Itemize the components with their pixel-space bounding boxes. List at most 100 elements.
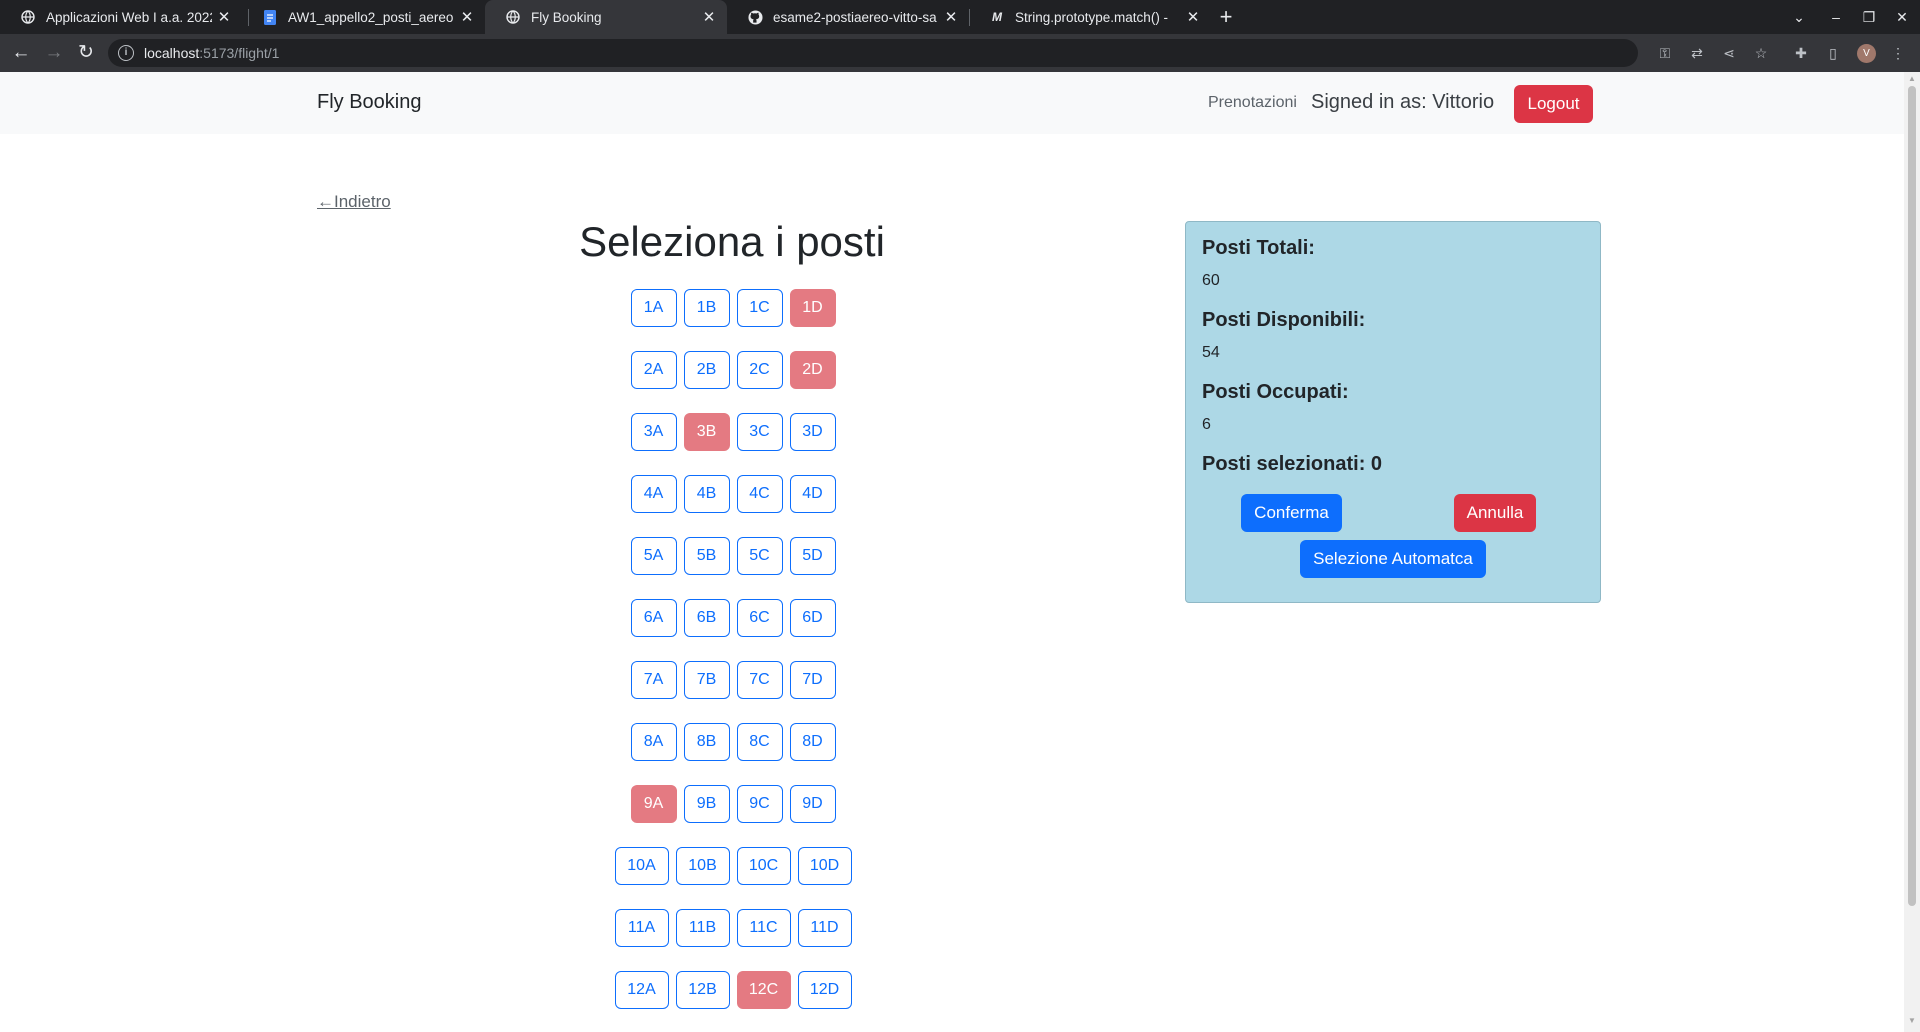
browser-tab-bar: Applicazioni Web I a.a. 2022 ✕ AW1_appel… xyxy=(0,0,1920,34)
seat-button[interactable]: 10C xyxy=(736,847,791,885)
close-icon[interactable]: ✕ xyxy=(697,8,721,26)
seat-button[interactable]: 5C xyxy=(736,537,783,575)
seat-button[interactable]: 8D xyxy=(789,723,836,761)
translate-icon[interactable]: ⇄ xyxy=(1687,43,1707,63)
browser-tab[interactable]: AW1_appello2_posti_aereo - ✕ xyxy=(242,0,485,34)
seat-button[interactable]: 7A xyxy=(630,661,677,699)
seat-button[interactable]: 8C xyxy=(736,723,783,761)
confirm-button[interactable]: Conferma xyxy=(1241,494,1342,532)
seat-button[interactable]: 10D xyxy=(797,847,852,885)
chevron-down-icon[interactable]: ⌄ xyxy=(1783,0,1815,34)
forward-arrow-icon[interactable]: → xyxy=(42,41,66,65)
seat-button[interactable]: 6D xyxy=(789,599,836,637)
seat-button[interactable]: 8B xyxy=(683,723,730,761)
available-seats-label: Posti Disponibili: xyxy=(1202,309,1366,331)
seat-button[interactable]: 6A xyxy=(630,599,677,637)
tab-title: esame2-postiaereo-vitto-sa xyxy=(773,9,937,25)
close-icon[interactable]: ✕ xyxy=(212,8,236,26)
seat-button[interactable]: 4B xyxy=(683,475,730,513)
seat-button[interactable]: 9C xyxy=(736,785,783,823)
seat-button[interactable]: 10B xyxy=(675,847,730,885)
brand-title[interactable]: Fly Booking xyxy=(317,91,422,114)
url-text: localhost:5173/flight/1 xyxy=(144,45,280,61)
seat-button[interactable]: 7B xyxy=(683,661,730,699)
restore-icon[interactable]: ❐ xyxy=(1853,0,1885,34)
browser-tab[interactable]: M String.prototype.match() - ✕ xyxy=(969,0,1211,34)
seat-button[interactable]: 8A xyxy=(630,723,677,761)
scrollbar-thumb[interactable] xyxy=(1908,86,1916,906)
reload-icon[interactable]: ↻ xyxy=(74,41,98,65)
seat-button[interactable]: 5A xyxy=(630,537,677,575)
seat-button[interactable]: 3D xyxy=(789,413,836,451)
seat-button[interactable]: 1A xyxy=(630,289,677,327)
seat-button[interactable]: 1D xyxy=(789,289,836,327)
mdn-icon: M xyxy=(992,10,1002,24)
seat-button[interactable]: 12C xyxy=(736,971,791,1009)
scroll-up-icon[interactable]: ▲ xyxy=(1908,74,1916,83)
seat-button[interactable]: 1C xyxy=(736,289,783,327)
selected-seats-label: Posti selezionati: 0 xyxy=(1202,453,1383,475)
seat-button[interactable]: 11A xyxy=(614,909,669,947)
menu-icon[interactable]: ⋮ xyxy=(1888,43,1908,63)
scrollbar[interactable]: ▲ ▼ xyxy=(1904,72,1920,1032)
share-icon[interactable]: ⋖ xyxy=(1719,43,1739,63)
close-icon[interactable]: ✕ xyxy=(939,8,963,26)
new-tab-icon[interactable]: + xyxy=(1213,4,1239,30)
seat-button[interactable]: 7D xyxy=(789,661,836,699)
cancel-button[interactable]: Annulla xyxy=(1454,494,1536,532)
star-icon[interactable]: ☆ xyxy=(1751,43,1771,63)
seat-button[interactable]: 6C xyxy=(736,599,783,637)
side-panel-icon[interactable]: ▯ xyxy=(1823,43,1843,63)
reservations-link[interactable]: Prenotazioni xyxy=(1208,94,1297,112)
back-arrow-icon[interactable]: ← xyxy=(9,41,33,65)
available-seats-value: 54 xyxy=(1202,344,1220,361)
seat-button[interactable]: 1B xyxy=(683,289,730,327)
seat-button[interactable]: 5D xyxy=(789,537,836,575)
seat-button[interactable]: 3B xyxy=(683,413,730,451)
seat-button[interactable]: 2D xyxy=(789,351,836,389)
seat-button[interactable]: 4C xyxy=(736,475,783,513)
seat-button[interactable]: 2B xyxy=(683,351,730,389)
logout-button[interactable]: Logout xyxy=(1514,85,1593,123)
seat-button[interactable]: 9B xyxy=(683,785,730,823)
seat-button[interactable]: 7C xyxy=(736,661,783,699)
browser-toolbar: ← → ↻ i localhost:5173/flight/1 ⚿ ⇄ ⋖ ☆ … xyxy=(0,34,1920,72)
close-icon[interactable]: ✕ xyxy=(1181,8,1205,26)
seat-button[interactable]: 4D xyxy=(789,475,836,513)
seat-button[interactable]: 9D xyxy=(789,785,836,823)
seat-button[interactable]: 5B xyxy=(683,537,730,575)
tab-title: Applicazioni Web I a.a. 2022 xyxy=(46,9,212,25)
auto-select-button[interactable]: Selezione Automatca xyxy=(1300,540,1486,578)
minimize-icon[interactable]: – xyxy=(1820,0,1852,34)
seat-button[interactable]: 3C xyxy=(736,413,783,451)
seat-button[interactable]: 11C xyxy=(736,909,791,947)
close-icon[interactable]: ✕ xyxy=(455,8,479,26)
seat-button[interactable]: 9A xyxy=(630,785,677,823)
back-link-label: Indietro xyxy=(334,192,391,211)
seat-button[interactable]: 3A xyxy=(630,413,677,451)
seat-button[interactable]: 11B xyxy=(675,909,730,947)
browser-tab[interactable]: esame2-postiaereo-vitto-sa ✕ xyxy=(727,0,969,34)
seat-button[interactable]: 12B xyxy=(675,971,730,1009)
seat-button[interactable]: 12D xyxy=(797,971,852,1009)
github-icon xyxy=(747,9,763,25)
seat-button[interactable]: 11D xyxy=(797,909,852,947)
seat-button[interactable]: 6B xyxy=(683,599,730,637)
close-window-icon[interactable]: ✕ xyxy=(1886,0,1918,34)
seat-button[interactable]: 4A xyxy=(630,475,677,513)
seat-button[interactable]: 2C xyxy=(736,351,783,389)
browser-tab-active[interactable]: Fly Booking ✕ xyxy=(485,0,727,34)
seat-button[interactable]: 10A xyxy=(614,847,669,885)
key-icon[interactable]: ⚿ xyxy=(1655,43,1675,63)
extensions-icon[interactable]: ✚ xyxy=(1791,43,1811,63)
browser-tab[interactable]: Applicazioni Web I a.a. 2022 ✕ xyxy=(0,0,242,34)
scroll-down-icon[interactable]: ▼ xyxy=(1908,1016,1916,1025)
occupied-seats-label: Posti Occupati: xyxy=(1202,381,1349,403)
info-icon[interactable]: i xyxy=(118,45,134,61)
avatar[interactable]: V xyxy=(1857,44,1876,63)
seat-button[interactable]: 2A xyxy=(630,351,677,389)
back-arrow-icon: ← xyxy=(317,192,334,211)
address-bar[interactable]: i localhost:5173/flight/1 xyxy=(108,39,1638,67)
seat-button[interactable]: 12A xyxy=(614,971,669,1009)
back-link[interactable]: ←Indietro xyxy=(317,192,391,212)
